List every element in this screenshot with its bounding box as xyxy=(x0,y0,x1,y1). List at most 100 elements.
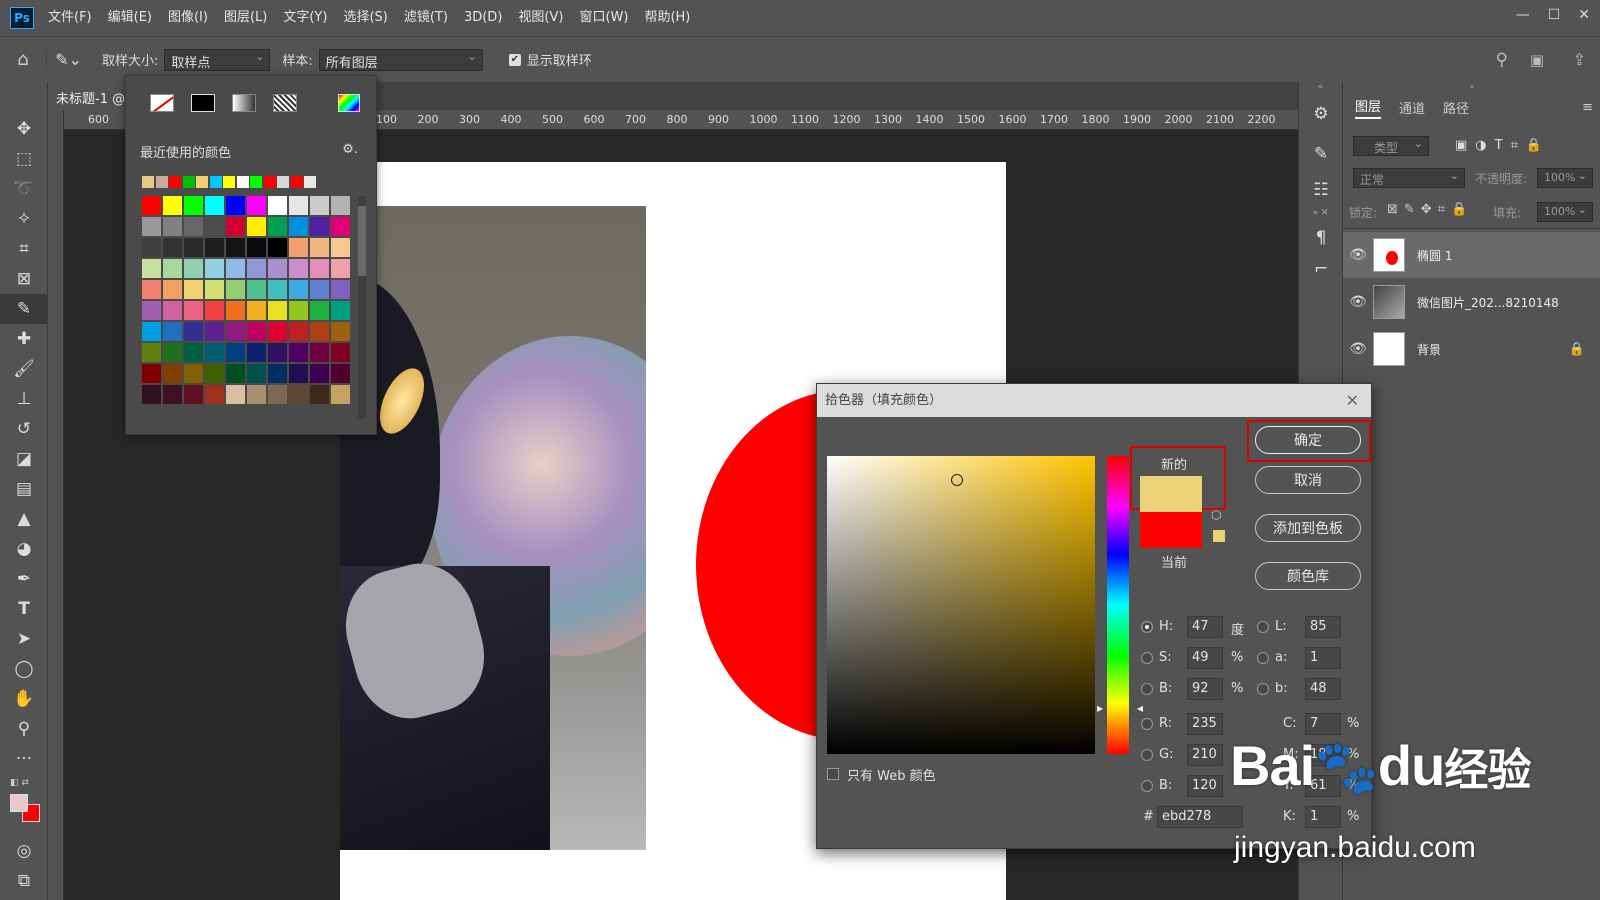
radio-l[interactable] xyxy=(1257,621,1269,633)
layer-row[interactable]: 👁 微信图片_202...8210148 xyxy=(1343,279,1600,325)
swatch[interactable] xyxy=(184,364,203,383)
swatch[interactable] xyxy=(163,364,182,383)
swatch[interactable] xyxy=(205,196,224,215)
recent-swatch[interactable] xyxy=(263,176,276,188)
swatch[interactable] xyxy=(205,343,224,362)
recent-swatch[interactable] xyxy=(277,176,289,188)
swatch[interactable] xyxy=(184,322,203,341)
color-picker-swatch[interactable] xyxy=(338,94,360,112)
swatch[interactable] xyxy=(247,322,266,341)
swatch[interactable] xyxy=(331,238,350,257)
swatch[interactable] xyxy=(268,196,287,215)
path-select-tool-icon[interactable]: ➤ xyxy=(0,624,48,654)
swatch[interactable] xyxy=(142,322,161,341)
swatch[interactable] xyxy=(247,196,266,215)
sample-select[interactable]: 所有图层 xyxy=(318,48,483,71)
layer-row[interactable]: 👁 椭圆 1 xyxy=(1343,232,1600,278)
type-tool-icon[interactable]: T xyxy=(0,594,48,624)
swatch[interactable] xyxy=(289,322,308,341)
swatch[interactable] xyxy=(142,259,161,278)
layer-row[interactable]: 👁 背景 🔒 xyxy=(1343,326,1600,372)
pen-tool-icon[interactable]: ✒ xyxy=(0,564,48,594)
recent-swatch[interactable] xyxy=(223,176,235,188)
swatch[interactable] xyxy=(184,217,203,236)
swatch[interactable] xyxy=(289,364,308,383)
swatch[interactable] xyxy=(247,217,266,236)
recent-swatch[interactable] xyxy=(290,176,303,188)
recent-swatch[interactable] xyxy=(169,176,181,188)
swatch[interactable] xyxy=(310,301,329,320)
swatch[interactable] xyxy=(184,196,203,215)
swatch[interactable] xyxy=(226,301,245,320)
swatch[interactable] xyxy=(226,217,245,236)
zoom-tool-icon[interactable]: ⚲ xyxy=(0,714,48,744)
visibility-eye-icon[interactable]: 👁 xyxy=(1343,247,1373,263)
swatch[interactable] xyxy=(289,301,308,320)
fill-input[interactable]: 100% xyxy=(1537,202,1593,222)
swatch[interactable] xyxy=(205,301,224,320)
ok-button[interactable]: 确定 xyxy=(1255,426,1361,454)
quick-mask-icon[interactable]: ◎ xyxy=(0,836,48,866)
eyedropper-tool-icon[interactable]: ✎ xyxy=(0,294,48,324)
opacity-input[interactable]: 100% xyxy=(1537,168,1593,188)
radio-blue[interactable] xyxy=(1141,780,1153,792)
swatch[interactable] xyxy=(289,280,308,299)
close-window-button[interactable]: ✕ xyxy=(1578,7,1590,23)
pattern-swatch[interactable] xyxy=(273,94,297,112)
blur-tool-icon[interactable]: ▲ xyxy=(0,504,48,534)
hand-tool-icon[interactable]: ✋ xyxy=(0,684,48,714)
gradient-swatch[interactable] xyxy=(232,94,256,112)
panel-menu-icon[interactable]: ≡ xyxy=(1582,100,1593,115)
add-to-swatches-button[interactable]: 添加到色板 xyxy=(1255,514,1361,542)
show-ring-checkbox[interactable]: ✔ xyxy=(508,53,521,66)
hue-slider-handle[interactable]: ▶ ◀ xyxy=(1097,704,1143,713)
history-brush-icon[interactable]: ↺ xyxy=(0,414,48,444)
swatch[interactable] xyxy=(289,217,308,236)
workspace-icon[interactable]: ▣ xyxy=(1530,51,1544,69)
marquee-tool-icon[interactable]: ⬚ xyxy=(0,144,48,174)
swatch[interactable] xyxy=(184,385,203,404)
swatch[interactable] xyxy=(163,343,182,362)
menu-item-9[interactable]: 窗口(W) xyxy=(571,0,636,36)
swatch[interactable] xyxy=(310,322,329,341)
screen-mode-icon[interactable]: ⧉ xyxy=(0,866,48,896)
photo-layer[interactable] xyxy=(340,206,646,850)
swatch[interactable] xyxy=(268,364,287,383)
radio-lab-b[interactable] xyxy=(1257,683,1269,695)
color-field-cursor[interactable] xyxy=(951,474,963,486)
swatch[interactable] xyxy=(205,385,224,404)
menu-item-10[interactable]: 帮助(H) xyxy=(636,0,698,36)
recent-swatch[interactable] xyxy=(250,176,262,188)
swatch[interactable] xyxy=(268,259,287,278)
foreground-color-chip[interactable] xyxy=(10,794,28,812)
saturation-brightness-field[interactable] xyxy=(827,456,1095,754)
swatch[interactable] xyxy=(163,259,182,278)
swatch[interactable] xyxy=(142,385,161,404)
swatch[interactable] xyxy=(331,196,350,215)
radio-b[interactable] xyxy=(1141,683,1153,695)
swatch[interactable] xyxy=(247,280,266,299)
swatch[interactable] xyxy=(268,385,287,404)
eyedropper-preset-icon[interactable]: ✎⌄ xyxy=(46,50,90,69)
swatch[interactable] xyxy=(226,385,245,404)
swatch[interactable] xyxy=(142,301,161,320)
recent-swatch[interactable] xyxy=(196,176,208,188)
no-color-swatch[interactable] xyxy=(150,94,174,112)
swatch[interactable] xyxy=(205,364,224,383)
cancel-button[interactable]: 取消 xyxy=(1255,466,1361,494)
menu-item-4[interactable]: 文字(Y) xyxy=(275,0,335,36)
swatch[interactable] xyxy=(184,301,203,320)
solid-color-swatch[interactable] xyxy=(191,94,215,112)
minimize-button[interactable]: — xyxy=(1516,7,1530,23)
visibility-eye-icon[interactable]: 👁 xyxy=(1343,294,1373,310)
swatch[interactable] xyxy=(226,238,245,257)
swatch-settings-icon[interactable]: ⚙. xyxy=(342,142,358,157)
paragraph-icon[interactable]: ¶ xyxy=(1299,220,1343,256)
swatch[interactable] xyxy=(310,343,329,362)
swatch[interactable] xyxy=(331,322,350,341)
swatch[interactable] xyxy=(205,217,224,236)
swatch-scrollbar[interactable] xyxy=(358,196,366,418)
swatch[interactable] xyxy=(268,322,287,341)
swatch[interactable] xyxy=(268,217,287,236)
swatch[interactable] xyxy=(247,385,266,404)
